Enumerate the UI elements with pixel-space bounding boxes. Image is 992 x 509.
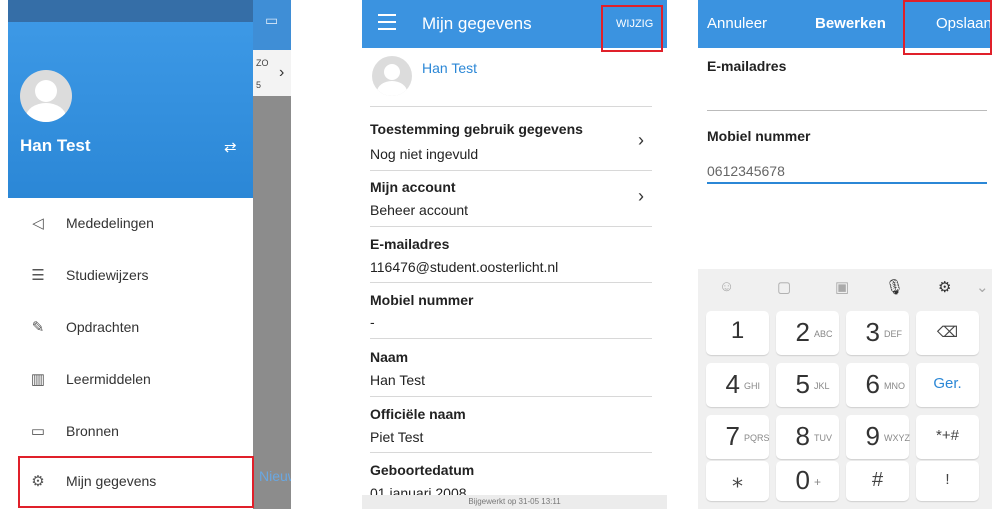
microphone-icon[interactable]: 🎙	[885, 278, 904, 296]
switch-account-icon[interactable]: ⇄	[224, 138, 237, 156]
navigation-drawer-screen: ▭ ZO 5 › Nieuw Han Test ⇄ ◁ Mededelingen…	[8, 0, 291, 509]
mobile-label: Mobiel nummer	[707, 128, 811, 144]
menu-icon[interactable]	[378, 14, 396, 35]
profile-name: Han Test	[422, 60, 477, 76]
menu-item-mededelingen[interactable]: ◁ Mededelingen	[8, 198, 253, 250]
menu-item-opdrachten[interactable]: ✎ Opdrachten	[8, 302, 253, 354]
key-3[interactable]: 3 DEF	[846, 311, 909, 355]
hash-key[interactable]: #	[846, 461, 909, 501]
keyboard-toolbar: ☺ ▢ ▣ 🎙 ⚙ ⌄	[698, 269, 992, 307]
highlight-box	[18, 456, 254, 508]
menu-item-bronnen[interactable]: ▭ Bronnen	[8, 406, 253, 458]
page-title: Bewerken	[815, 15, 886, 32]
gif-icon[interactable]: ▣	[835, 278, 849, 296]
cancel-button[interactable]: Annuleer	[707, 15, 767, 32]
done-key[interactable]: Ger.	[916, 363, 979, 407]
highlight-box	[903, 0, 992, 55]
mobile-field[interactable]	[707, 160, 987, 184]
calendar-icon: ▭	[265, 12, 279, 28]
drawer: Han Test ⇄ ◁ Mededelingen ☰ Studiewijzer…	[8, 0, 253, 509]
key-0[interactable]: 0 +	[776, 461, 839, 501]
profile-screen: Mijn gegevens WIJZIG Han Test Toestemmin…	[362, 0, 667, 509]
email-field[interactable]	[707, 110, 987, 111]
chevron-right-icon: ›	[279, 64, 285, 81]
menu-item-studiewijzers[interactable]: ☰ Studiewijzers	[8, 250, 253, 302]
settings-icon[interactable]: ⚙	[938, 278, 951, 296]
megaphone-icon: ◁	[32, 215, 44, 232]
sticker-icon[interactable]: ▢	[777, 278, 791, 296]
signpost-icon: ☰	[31, 267, 45, 284]
emoji-icon[interactable]: ☺	[719, 278, 734, 295]
avatar	[372, 56, 412, 96]
nieuw-button[interactable]: Nieuw	[259, 468, 291, 484]
key-5[interactable]: 5 JKL	[776, 363, 839, 407]
last-updated-footer: Bijgewerkt op 31-05 13:11	[362, 495, 667, 509]
email-label: E-mailadres	[707, 58, 787, 74]
chevron-right-icon: ›	[638, 130, 644, 150]
highlight-box	[601, 5, 663, 52]
background-row: ZO 5 ›	[253, 50, 291, 96]
menu-item-leermiddelen[interactable]: ▥ Leermiddelen	[8, 354, 253, 406]
chevron-right-icon: ›	[638, 186, 644, 206]
books-icon: ▥	[30, 371, 46, 388]
user-name: Han Test	[20, 136, 91, 155]
key-1[interactable]: 1	[706, 311, 769, 355]
pencil-icon: ✎	[31, 319, 45, 336]
numeric-keyboard: ☺ ▢ ▣ 🎙 ⚙ ⌄ 1 2 ABC 3 DEF ⌫ 4 GHI 5 JKL 6 MNO…	[698, 269, 992, 509]
exclamation-key[interactable]: !	[916, 461, 979, 501]
key-4[interactable]: 4 GHI	[706, 363, 769, 407]
key-7[interactable]: 7 PQRS	[706, 415, 770, 459]
avatar	[20, 70, 72, 122]
key-9[interactable]: 9 WXYZ	[846, 415, 910, 459]
page-title: Mijn gegevens	[422, 14, 532, 33]
key-8[interactable]: 8 TUV	[776, 415, 839, 459]
backspace-icon: ⌫	[936, 324, 959, 341]
key-2[interactable]: 2 ABC	[776, 311, 839, 355]
folder-icon: ▭	[30, 423, 46, 440]
backspace-key[interactable]: ⌫	[916, 311, 979, 355]
drawer-header: Han Test ⇄	[8, 0, 253, 198]
collapse-icon[interactable]: ⌄	[976, 278, 989, 296]
asterisk-key[interactable]: ⁎	[706, 461, 769, 501]
background-app-strip: ▭ ZO 5 › Nieuw	[253, 0, 291, 509]
symbols-key[interactable]: *+#	[916, 415, 979, 459]
edit-screen: Annuleer Bewerken Opslaan E-mailadres Mo…	[698, 0, 992, 509]
key-6[interactable]: 6 MNO	[846, 363, 909, 407]
